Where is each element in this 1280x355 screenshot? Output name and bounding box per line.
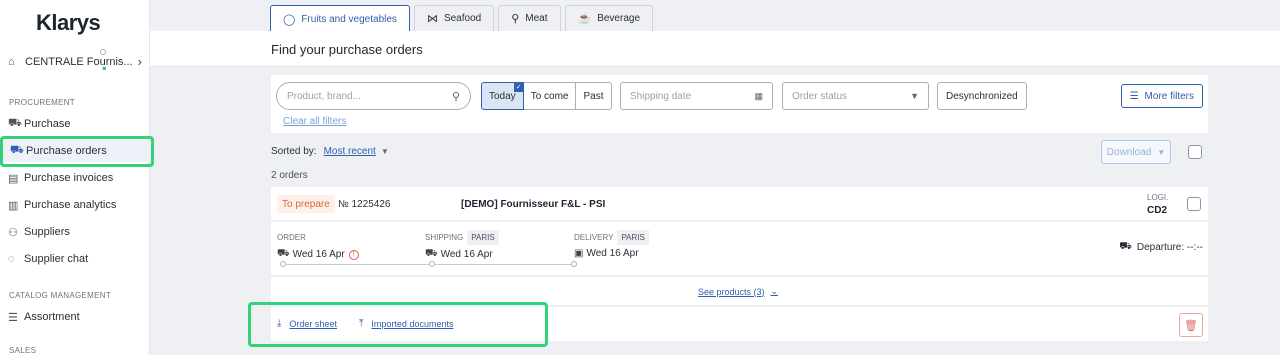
check-icon: ✓ <box>513 82 524 92</box>
chat-icon: ◌ <box>8 253 15 265</box>
cup-icon: ☕ <box>577 13 592 25</box>
order-step: ORDER ⛟ Wed 16 Apr ! <box>277 229 359 261</box>
sidebar-item-supplier-chat[interactable]: ◌ Supplier chat <box>8 248 150 270</box>
logi-label: LOGI. <box>1147 193 1169 202</box>
search-field[interactable]: ⚲ <box>276 82 471 110</box>
cart-icon: ⛟ <box>8 117 22 129</box>
section-procurement: PROCUREMENT <box>9 98 75 107</box>
truck-icon: ⛟ <box>10 144 24 156</box>
delete-order-button[interactable]: 🗑 <box>1179 313 1203 337</box>
order-card-header: To prepare № 1225426 [DEMO] Fournisseur … <box>271 187 1208 221</box>
sidebar-item-label: Purchase orders <box>26 145 107 157</box>
imported-documents-link[interactable]: ⤒ Imported documents <box>359 318 453 329</box>
upload-icon: ⤒ <box>359 318 364 329</box>
chevron-down-icon: ▼ <box>910 91 919 101</box>
trash-icon: 🗑 <box>1184 319 1198 332</box>
page-header: Find your purchase orders <box>150 31 1280 67</box>
supplier-name: [DEMO] Fournisseur F&L - PSI <box>461 199 606 210</box>
section-catalog-management: CATALOG MANAGEMENT <box>9 291 112 300</box>
sidebar-item-label: Purchase analytics <box>24 199 117 211</box>
sliders-icon: ☰ <box>1129 90 1139 102</box>
tab-meat[interactable]: ⚲ Meat <box>498 5 561 31</box>
section-sales: SALES <box>9 346 37 355</box>
sidebar-item-assortment[interactable]: ☰ Assortment <box>8 306 150 328</box>
truck-icon: ⛟ <box>425 248 438 259</box>
truck-icon: ⛟ <box>1119 241 1132 252</box>
sidebar-item-label: Purchase <box>24 118 71 130</box>
more-filters-button[interactable]: ☰ More filters <box>1120 84 1203 108</box>
sidebar-item-label: Supplier chat <box>24 253 89 265</box>
sidebar-item-label: Assortment <box>24 311 80 323</box>
timeline-dot <box>571 261 577 267</box>
page-title: Find your purchase orders <box>271 42 423 57</box>
shipping-date-picker[interactable]: Shipping date ▦ <box>620 82 773 110</box>
caret-down-icon: ▼ <box>1157 147 1166 157</box>
order-status-select[interactable]: Order status ▼ <box>782 82 929 110</box>
order-sheet-link[interactable]: ⤓ Order sheet <box>277 318 337 329</box>
download-icon: ⤓ <box>277 318 282 329</box>
select-all-checkbox[interactable] <box>1188 145 1202 159</box>
list-icon: ☰ <box>8 311 18 324</box>
segment-to-come[interactable]: To come <box>522 82 577 110</box>
order-number: № 1225426 <box>338 199 391 210</box>
download-button[interactable]: Download ▼ <box>1101 140 1171 164</box>
order-actions-row: ⤓ Order sheet ⤒ Imported documents 🗑 <box>271 307 1208 341</box>
sort-label: Sorted by: <box>271 146 317 157</box>
cart-icon: ⛟ <box>277 248 290 259</box>
sidebar-item-label: Purchase invoices <box>24 172 114 184</box>
chevron-down-icon: ⌄ <box>770 286 779 296</box>
chart-icon: ▥ <box>8 199 19 212</box>
tab-seafood[interactable]: ⋈ Seafood <box>413 5 495 31</box>
order-products-row: See products (3) ⌄ <box>271 277 1208 306</box>
departure-time: ⛟ Departure: --:-- <box>1119 241 1203 253</box>
tab-beverage[interactable]: ☕ Beverage <box>564 5 654 31</box>
company-label: CENTRALE Fournis... <box>25 55 133 68</box>
users-icon: ⚇ <box>8 226 18 239</box>
apple-icon: ◯ <box>283 13 296 26</box>
building-icon: ⌂ <box>8 55 15 68</box>
sidebar-item-label: Suppliers <box>24 226 70 238</box>
warning-icon: ! <box>348 249 359 260</box>
shipping-location-tag: PARIS <box>467 229 499 245</box>
invoice-icon: ▤ <box>8 172 19 185</box>
status-badge: To prepare <box>277 195 335 213</box>
search-icon[interactable]: ⚲ <box>452 90 460 103</box>
sort-select[interactable]: Most recent <box>324 146 376 157</box>
klarys-logo[interactable]: Klarys. <box>36 10 107 75</box>
see-products-link[interactable]: See products (3) ⌄ <box>698 286 778 297</box>
segment-past[interactable]: Past <box>575 82 612 110</box>
timeline-dot <box>429 261 435 267</box>
filter-panel: ⚲ Today ✓ To come Past Shipping date ▦ O… <box>271 75 1208 133</box>
delivery-location-tag: PARIS <box>617 229 649 245</box>
box-icon: ▣ <box>574 248 584 259</box>
sidebar-item-purchase-invoices[interactable]: ▤ Purchase invoices <box>8 167 150 189</box>
order-timeline: ORDER ⛟ Wed 16 Apr ! SHIPPING PARIS ⛟ Wed… <box>271 222 1208 276</box>
orders-count: 2 orders <box>271 170 308 181</box>
sidebar-item-suppliers[interactable]: ⚇ Suppliers <box>8 221 150 243</box>
fish-icon: ⋈ <box>426 13 438 25</box>
meat-icon: ⚲ <box>511 13 520 25</box>
logi-value: CD2 <box>1147 205 1168 216</box>
sidebar-item-purchase-orders[interactable]: ⛟ Purchase orders <box>0 140 150 162</box>
timeline-dot <box>280 261 286 267</box>
company-selector[interactable]: ⌂ CENTRALE Fournis... › <box>8 54 142 69</box>
delivery-step: DELIVERY PARIS ▣ Wed 16 Apr <box>574 229 649 259</box>
clear-all-filters-link[interactable]: Clear all filters <box>283 116 346 127</box>
tab-fruits-and-vegetables[interactable]: ◯ Fruits and vegetables <box>270 5 410 32</box>
search-input[interactable] <box>287 90 452 102</box>
desynchronized-button[interactable]: Desynchronized <box>937 82 1027 110</box>
sidebar: Klarys. ⌂ CENTRALE Fournis... › PROCUREM… <box>0 0 150 355</box>
shipping-step: SHIPPING PARIS ⛟ Wed 16 Apr <box>425 229 499 261</box>
order-checkbox[interactable] <box>1187 197 1201 211</box>
period-segmented-control: Today ✓ To come Past <box>481 82 612 110</box>
sidebar-item-purchase-analytics[interactable]: ▥ Purchase analytics <box>8 194 150 216</box>
sidebar-item-purchase[interactable]: ⛟ Purchase <box>8 113 150 135</box>
caret-down-icon: ▼ <box>380 147 389 156</box>
timeline-track <box>283 264 573 265</box>
calendar-icon: ▦ <box>754 90 763 101</box>
sort-control: Sorted by: Most recent ▼ <box>271 146 389 157</box>
category-tabs: ◯ Fruits and vegetables ⋈ Seafood ⚲ Meat… <box>270 5 654 32</box>
chevron-right-icon: › <box>137 54 142 69</box>
segment-today[interactable]: Today ✓ <box>481 82 524 110</box>
